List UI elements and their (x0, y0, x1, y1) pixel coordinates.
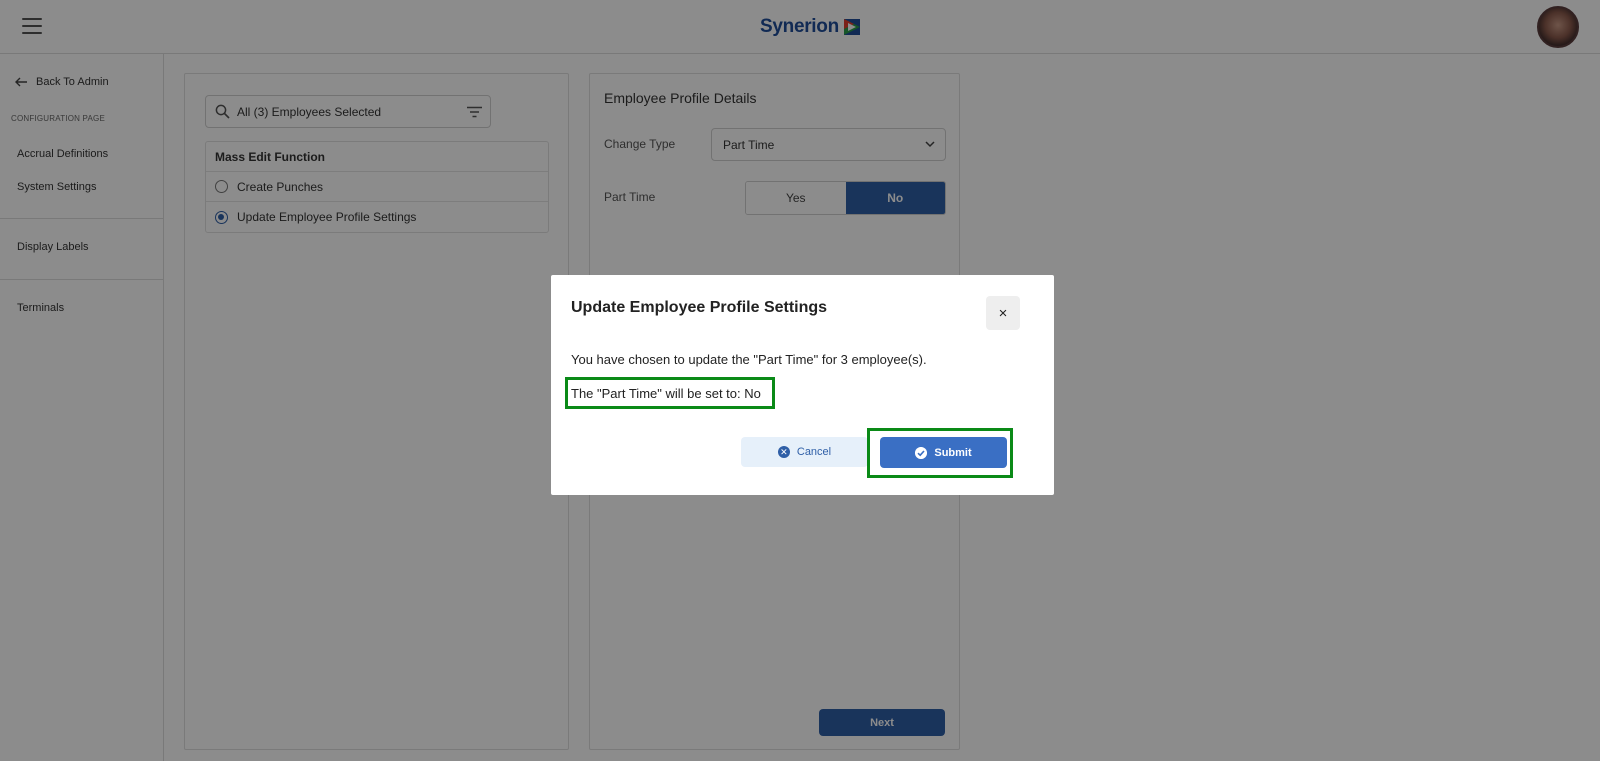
close-icon: × (998, 304, 1008, 322)
close-button[interactable]: × (986, 296, 1020, 330)
cancel-button[interactable]: ✕ Cancel (741, 437, 868, 467)
cancel-circle-icon: ✕ (777, 446, 790, 458)
check-circle-icon (915, 446, 928, 459)
dialog-message: You have chosen to update the "Part Time… (571, 352, 927, 367)
dialog-set-value-message: The "Part Time" will be set to: No (571, 386, 761, 401)
submit-label: Submit (934, 446, 972, 459)
dialog-title: Update Employee Profile Settings (571, 299, 828, 316)
confirm-dialog: Update Employee Profile Settings × You h… (551, 275, 1054, 495)
submit-button[interactable]: Submit (880, 437, 1007, 468)
cancel-label: Cancel (796, 446, 832, 458)
